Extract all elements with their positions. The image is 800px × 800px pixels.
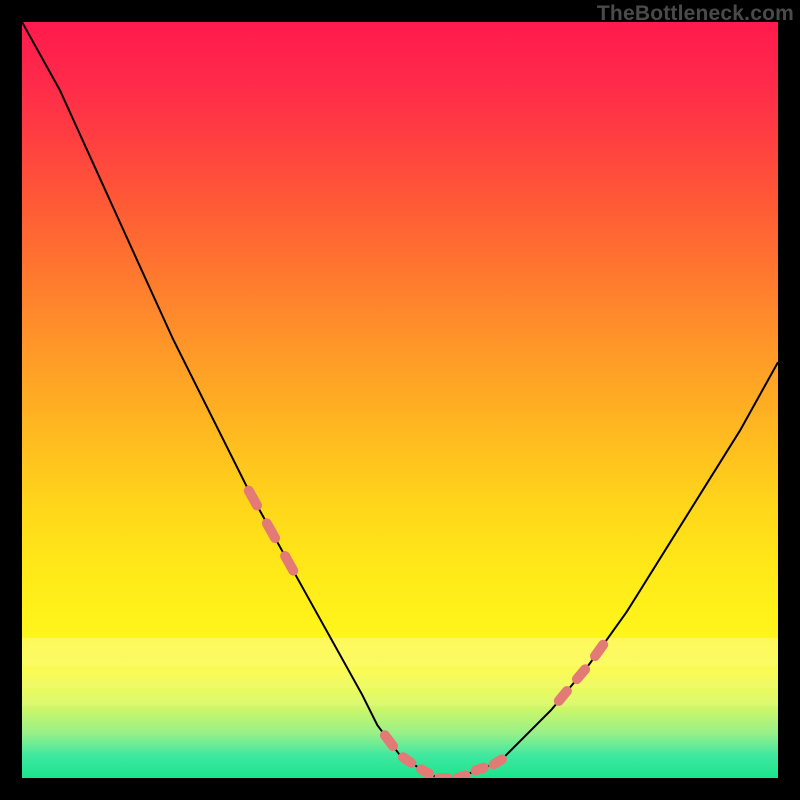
bottleneck-curve [22,22,778,778]
label-marker [458,775,466,778]
curve-path [22,22,778,778]
watermark-text: TheBottleneck.com [597,2,794,26]
label-marker [421,769,429,773]
label-marker [385,735,393,746]
label-marker [285,556,293,571]
label-marker [267,523,275,538]
label-marker [559,691,567,701]
label-marker [476,768,484,771]
label-marker [403,757,411,763]
chart-frame [22,22,778,778]
label-marker [577,669,585,679]
label-marker [494,759,502,764]
label-marker [249,491,257,506]
label-marker [595,645,603,656]
